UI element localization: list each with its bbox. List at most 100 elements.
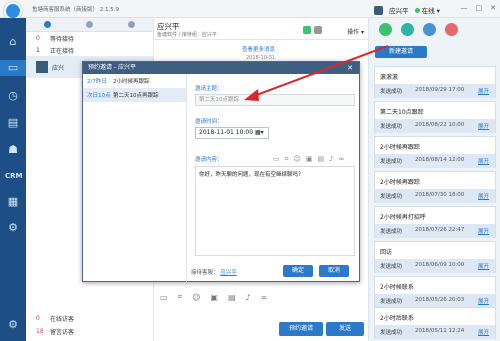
chat-tab-icon[interactable] (43, 21, 51, 28)
right-panel-icons (379, 23, 458, 36)
info-circle-icon[interactable] (401, 23, 414, 36)
receiver-name[interactable]: 应兴平 (220, 270, 237, 276)
dialog-ok-button[interactable]: 确定 (283, 265, 313, 277)
record-status: 发送成功 (380, 229, 403, 235)
content-toolbar: ▭ ⌗ ☺ ▣ ▤ ♪ ∞ (273, 155, 344, 164)
mic-icon[interactable]: ♪ (246, 293, 251, 302)
crop-icon[interactable]: ⌗ (178, 292, 183, 302)
image-icon[interactable]: ▣ (210, 293, 218, 302)
title-bar: 鱼塘商客服系统（商接版） 2.1.5.9 应兴平 在线 ▾ — □ ✕ (0, 0, 500, 20)
mic-icon[interactable]: ♪ (329, 155, 333, 164)
settings-icon[interactable]: ⚙ (5, 220, 21, 236)
content-textarea[interactable]: 你好，昨天聊的问题，现在有空继续聊吗？ (195, 166, 355, 256)
record-title: 2小时候再跟踪 (380, 179, 420, 186)
session-row-messages[interactable]: 18 留言访客 (26, 325, 154, 338)
link-icon[interactable]: ∞ (261, 293, 268, 302)
expand-link[interactable]: 展开 (478, 262, 489, 270)
new-invite-button[interactable]: 新建邀请 (375, 46, 427, 58)
app-title: 鱼塘商客服系统（商接版） 2.1.5.9 (32, 7, 119, 13)
crop-icon[interactable]: ⌗ (285, 155, 289, 164)
expand-link[interactable]: 展开 (478, 122, 489, 130)
waiting-label: 等待接待 (50, 35, 75, 43)
active-label: 正在接待 (50, 47, 75, 55)
user-block[interactable]: 应兴平 在线 ▾ (374, 5, 440, 15)
expand-link[interactable]: 展开 (478, 297, 489, 305)
block-circle-icon[interactable] (445, 23, 458, 36)
invite-record[interactable]: 2小时候联系 发送成功 2018/05/26 20:03 展开 (374, 276, 496, 308)
dialog-close-icon[interactable]: ✕ (347, 62, 353, 74)
invite-record[interactable]: 2小时候再跟踪 发送成功 2018/07/30 18:00 展开 (374, 171, 496, 203)
call-icon[interactable] (303, 26, 311, 34)
minimize-button[interactable]: — (461, 4, 468, 12)
contacts-tab-icon[interactable] (128, 21, 136, 28)
send-button[interactable]: 发送 (326, 322, 364, 336)
invite-record[interactable]: 2小时候再跟踪 发送成功 2018/08/14 12:00 展开 (374, 136, 496, 168)
chat-circle-icon[interactable] (379, 23, 392, 36)
online-dot-icon (414, 8, 420, 13)
dialog-cancel-button[interactable]: 取消 (319, 265, 349, 277)
record-date: 2018/09/29 17:00 (415, 87, 465, 93)
invite-record[interactable]: 第二天10点跟踪 发送成功 2018/08/22 10:00 展开 (374, 101, 496, 133)
online-label: 在线访客 (50, 316, 75, 323)
file-icon[interactable]: ▤ (318, 155, 325, 164)
link-icon[interactable]: ∞ (339, 155, 345, 164)
invite-record[interactable]: 回访 发送成功 2018/06/09 10:00 展开 (374, 241, 496, 273)
session-row-waiting[interactable]: 0 等待接待 (26, 32, 153, 44)
template-item-selected[interactable]: 次日10点 第二天10点再跟踪 (83, 88, 186, 102)
maximize-button[interactable]: □ (476, 4, 483, 12)
messages-count: 18 (36, 328, 44, 335)
record-footer: 发送成功 2018/08/14 12:00 展开 (375, 154, 495, 168)
invite-record[interactable]: 2小时候再打招呼 发送成功 2018/07/26 22:47 展开 (374, 206, 496, 238)
mail-circle-icon[interactable] (423, 23, 436, 36)
more-messages-link[interactable]: 查看更多消息 (242, 45, 275, 53)
header-icons (303, 26, 322, 34)
status-label: 在线 (421, 7, 435, 15)
record-status: 发送成功 (380, 194, 403, 200)
message-icon[interactable]: ▤ (5, 115, 21, 131)
gear-icon[interactable]: ⚙ (5, 317, 21, 333)
file-icon[interactable]: ▤ (228, 293, 236, 302)
contacts-icon[interactable]: ☗ (5, 142, 21, 158)
window-controls: — □ ✕ (461, 4, 497, 12)
chat-icon[interactable]: ▭ (0, 60, 26, 76)
calendar-icon[interactable]: ▦▾ (255, 129, 264, 136)
home-icon[interactable]: ⌂ (5, 34, 21, 50)
folder-icon[interactable]: ▭ (273, 155, 280, 164)
template-list: 2/7昨日 2小时候再跟踪 次日10点 第二天10点再跟踪 (83, 74, 187, 282)
subject-input[interactable]: 第二天10点跟踪 (195, 94, 355, 106)
template-item[interactable]: 2/7昨日 2小时候再跟踪 (83, 74, 186, 88)
record-title: 第二天10点跟踪 (380, 109, 424, 116)
record-status: 发送成功 (380, 159, 403, 165)
online-count: 0 (36, 315, 40, 322)
invite-record[interactable]: 2小时后联系 发送成功 2018/05/11 12:24 展开 (374, 307, 496, 339)
session-row-active[interactable]: 1 正在接待 (26, 44, 153, 56)
transfer-icon[interactable] (314, 26, 322, 34)
invite-record[interactable]: 滚滚滚 发送成功 2018/09/29 17:00 展开 (374, 66, 496, 98)
emoji-icon[interactable]: ☺ (192, 293, 200, 302)
close-button[interactable]: ✕ (490, 4, 496, 12)
invite-button[interactable]: 预约邀请 (279, 322, 323, 336)
clock-icon[interactable]: ◷ (5, 88, 21, 104)
session-bottom: 0 在线访客 18 留言访客 (26, 312, 154, 338)
expand-link[interactable]: 展开 (478, 227, 489, 235)
record-date: 2018/05/26 20:03 (415, 297, 465, 303)
expand-link[interactable]: 展开 (478, 87, 489, 95)
history-tab-icon[interactable] (85, 21, 93, 28)
visitor-subtitle: 鱼塘软件 / 接待组：应兴平 (157, 32, 217, 38)
folder-icon[interactable]: ▭ (160, 293, 168, 302)
expand-link[interactable]: 展开 (478, 192, 489, 200)
expand-link[interactable]: 展开 (478, 157, 489, 165)
archive-icon[interactable]: ▦ (5, 194, 21, 210)
active-count: 1 (36, 46, 40, 54)
status-badge[interactable]: 在线 ▾ (414, 5, 440, 15)
session-row-online[interactable]: 0 在线访客 (26, 312, 154, 325)
crm-label[interactable]: CRM (5, 168, 23, 184)
expand-link[interactable]: 展开 (478, 328, 489, 336)
image-icon[interactable]: ▣ (306, 155, 313, 164)
receiver-label: 接待客服： (191, 270, 219, 276)
operations-menu[interactable]: 操作 ▾ (347, 27, 364, 36)
record-footer: 发送成功 2018/08/22 10:00 展开 (375, 119, 495, 133)
template-label: 第二天10点再跟踪 (113, 93, 159, 99)
emoji-icon[interactable]: ☺ (294, 155, 301, 164)
time-picker[interactable]: 2018-11-01 10:00 ▦▾ (195, 127, 269, 139)
